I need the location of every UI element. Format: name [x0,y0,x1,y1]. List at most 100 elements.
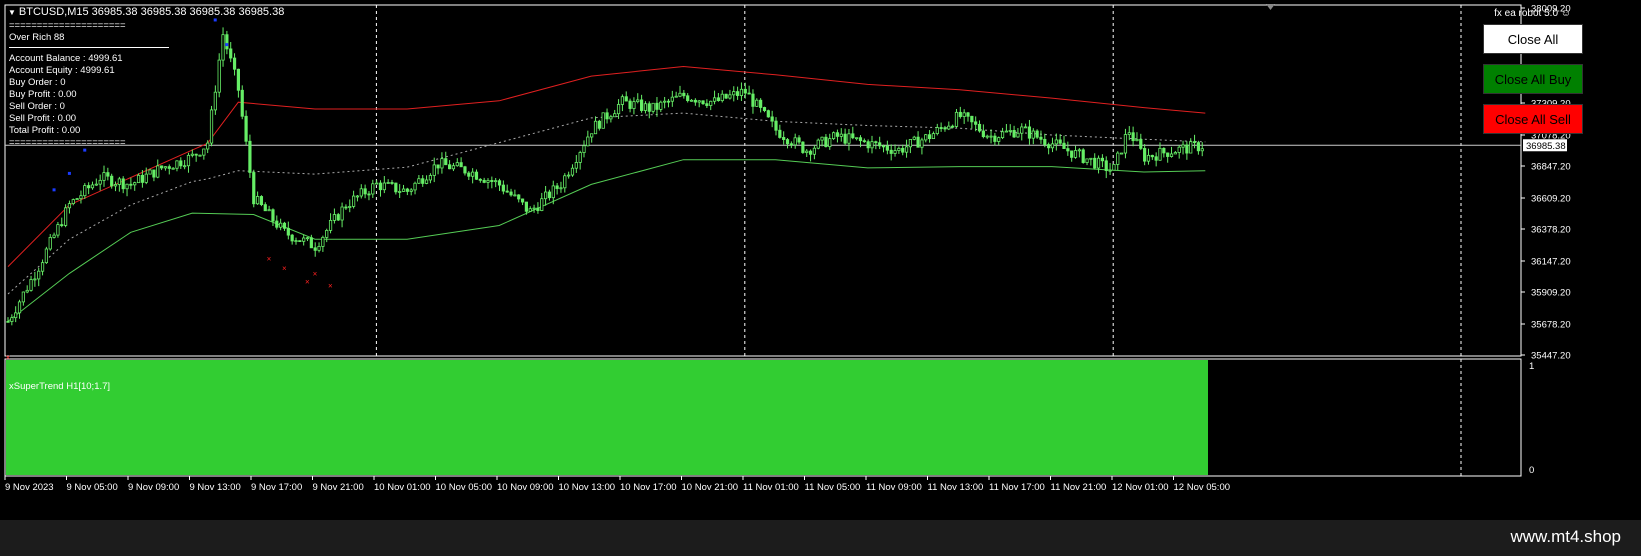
candle-body [832,132,836,140]
candle-body [509,191,513,196]
candle-body [540,198,544,211]
candle-body [10,317,14,322]
time-tick-label: 11 Nov 17:00 [989,482,1045,493]
candle-body [459,162,463,168]
candle-body [1192,141,1197,144]
indicator-label: xSuperTrend H1[10;1.7] [9,381,111,392]
candle-body [1020,126,1024,134]
buy-signal-dot [83,148,87,152]
price-tick-label: 36609.20 [1531,194,1571,205]
collapse-triangle-icon[interactable]: ▼ [8,8,16,17]
candle-body [782,137,786,140]
candle-body [578,152,582,163]
candle-body [762,107,767,112]
candle-body [724,93,728,99]
candle-body [1120,152,1124,155]
candle-body [559,187,563,190]
candle-body [133,182,137,186]
candle-body [282,222,287,229]
candle-body [674,95,678,98]
sell-signal-mark: × [267,254,272,263]
candle-body [378,182,383,191]
candle-body [144,173,148,183]
candle-body [951,125,955,128]
candle-body [874,141,878,144]
candle-body [839,133,843,137]
chart-canvas[interactable]: ×××××× 38009.2037778.2037547.2037309.203… [0,0,1641,556]
candle-body [79,195,83,200]
candle-body [847,133,851,144]
candle-body [1135,139,1139,142]
buy-signal-dot [52,188,56,192]
candle-body [17,301,22,314]
symbol-header[interactable]: ▼ BTCUSD,M15 36985.38 36985.38 36985.38 3… [8,6,284,18]
candle-body [6,320,10,323]
time-tick-label: 11 Nov 05:00 [805,482,861,493]
ea-info-panel: ===================== Over Rich 88 Accou… [9,20,179,149]
price-tick-label: 35678.20 [1531,320,1571,331]
candle-body [747,92,751,95]
candle-body [616,104,621,115]
candle-body [663,100,667,103]
candle-body [52,234,56,238]
candle-body [889,149,893,154]
candle-body [1085,158,1089,163]
candle-body [248,140,252,173]
candle-body [44,248,49,264]
candle-body [1070,150,1074,158]
candle-body [340,206,344,221]
candle-body [605,112,609,120]
buy-signal-dot [213,18,217,22]
candle-body [87,185,91,189]
symbol-line: BTCUSD,M15 36985.38 36985.38 36985.38 36… [18,6,285,18]
close-all-buy-button[interactable]: Close All Buy [1483,64,1583,94]
candle-body [866,141,870,149]
candle-body [640,99,644,111]
candle-body [897,147,901,151]
candle-body [636,99,640,103]
time-tick-label: 12 Nov 05:00 [1174,482,1231,493]
candle-body [225,34,229,50]
candle-body [547,191,552,199]
candle-body [820,136,824,141]
candle-body [590,133,594,138]
candle-body [1146,154,1151,162]
chart-shift-icon[interactable] [1266,4,1275,10]
candle-body [398,191,402,193]
candle-body [267,209,271,212]
candle-body [202,148,206,156]
candle-body [947,125,951,130]
candle-body [40,262,45,272]
candle-body [482,179,486,183]
candle-body [83,185,87,197]
candle-body [1169,153,1174,157]
candle-body [916,136,920,148]
candle-body [513,194,517,197]
candle-body [1112,164,1116,171]
candle-body [805,150,809,153]
candle-body [421,178,425,184]
candle-body [33,278,37,281]
candle-body [198,154,202,157]
separator-top: ===================== [9,20,126,31]
candle-body [801,141,805,153]
ea-title: Over Rich 88 [9,32,65,43]
candle-body [862,140,866,143]
candle-body [520,198,525,203]
candle-body [1062,142,1066,149]
candle-body [1181,144,1185,148]
candle-body [444,158,448,166]
close-all-sell-button[interactable]: Close All Sell [1483,104,1583,134]
candle-body [148,169,152,175]
candle-body [447,164,452,170]
candle-body [328,220,333,231]
candle-body [463,166,467,174]
candle-body [436,164,440,169]
close-all-button[interactable]: Close All [1483,24,1583,54]
candle-body [1127,132,1131,135]
candle-body [213,91,217,111]
candle-body [586,136,590,147]
candle-body [244,115,248,142]
candle-body [275,220,279,228]
candle-body [1016,132,1020,138]
